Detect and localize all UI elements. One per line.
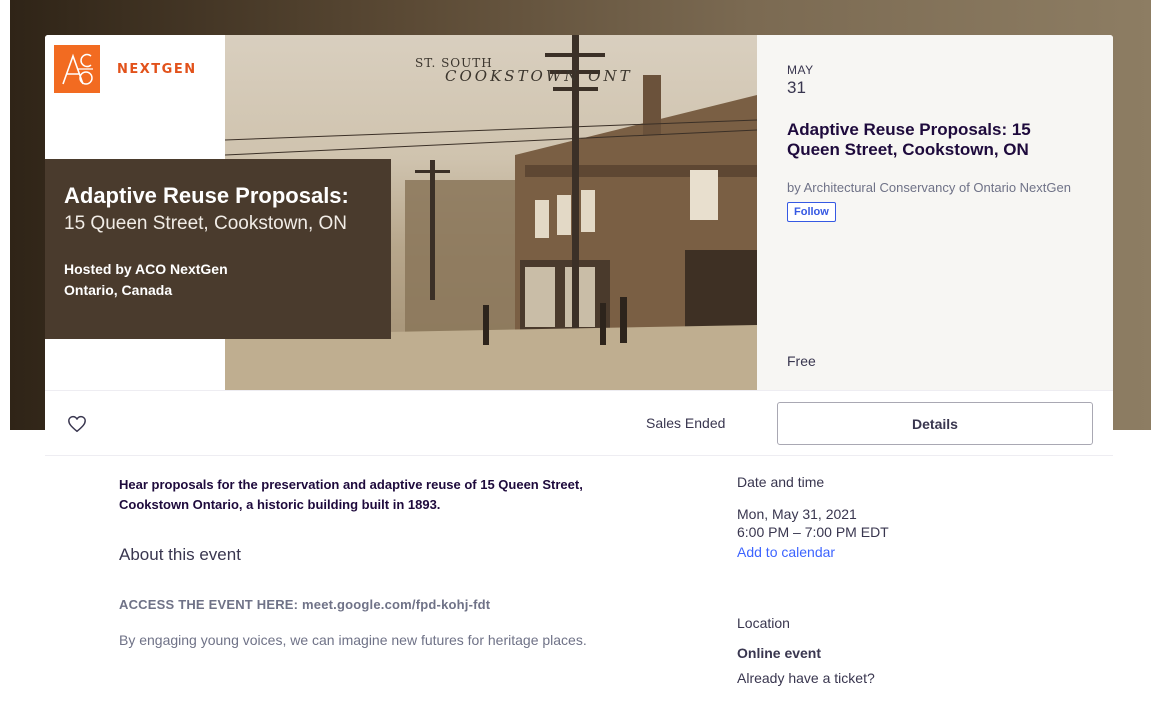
organizer-name[interactable]: by Architectural Conservancy of Ontario … xyxy=(787,179,1083,198)
event-price: Free xyxy=(787,353,816,369)
hero-subtitle: 15 Queen Street, Cookstown, ON xyxy=(64,213,348,235)
location-heading: Location xyxy=(737,615,790,631)
hero-host-name: Hosted by ACO NextGen xyxy=(64,261,228,278)
action-bar: Sales Ended Details xyxy=(45,390,1113,456)
event-summary-panel: MAY 31 Adaptive Reuse Proposals: 15 Quee… xyxy=(757,35,1113,390)
hero-host: Hosted by ACO NextGen Ontario, Canada xyxy=(64,259,372,300)
access-link-text[interactable]: ACCESS THE EVENT HERE: meet.google.com/f… xyxy=(119,597,490,612)
event-card: ST. SOUTH COOKSTOWN ONT NEXTGEN Adaptive… xyxy=(45,35,1113,717)
photo-caption-line2: COOKSTOWN ONT xyxy=(445,67,633,85)
about-heading: About this event xyxy=(119,545,241,564)
sales-status: Sales Ended xyxy=(646,415,726,431)
nextgen-wordmark: NEXTGEN xyxy=(117,62,197,77)
hero-title: Adaptive Reuse Proposals: xyxy=(64,183,349,208)
event-month: MAY xyxy=(787,63,814,77)
details-button[interactable]: Details xyxy=(777,402,1093,445)
date-time-heading: Date and time xyxy=(737,474,825,490)
aco-logo-icon xyxy=(54,45,100,93)
event-summary: Hear proposals for the preservation and … xyxy=(119,477,583,512)
heart-outline-icon[interactable] xyxy=(67,415,87,433)
event-title: Adaptive Reuse Proposals: 15 Queen Stree… xyxy=(787,120,1031,160)
hero-host-location: Ontario, Canada xyxy=(64,281,173,298)
event-description: By engaging young voices, we can imagine… xyxy=(119,632,587,648)
photo-caption: ST. SOUTH COOKSTOWN ONT xyxy=(415,57,633,84)
hero-image: ST. SOUTH COOKSTOWN ONT NEXTGEN Adaptive… xyxy=(45,35,757,390)
event-day: 31 xyxy=(787,78,806,97)
ticket-prompt: Already have a ticket? xyxy=(737,670,875,686)
hero-title-box: Adaptive Reuse Proposals: 15 Queen Stree… xyxy=(45,159,391,339)
event-date: Mon, May 31, 2021 xyxy=(737,506,857,522)
follow-button[interactable]: Follow xyxy=(787,201,836,222)
add-to-calendar-link[interactable]: Add to calendar xyxy=(737,544,835,560)
location-value: Online event xyxy=(737,645,822,661)
event-time: 6:00 PM – 7:00 PM EDT xyxy=(737,524,889,541)
date-time-value: Mon, May 31, 2021 6:00 PM – 7:00 PM EDT xyxy=(737,505,889,541)
